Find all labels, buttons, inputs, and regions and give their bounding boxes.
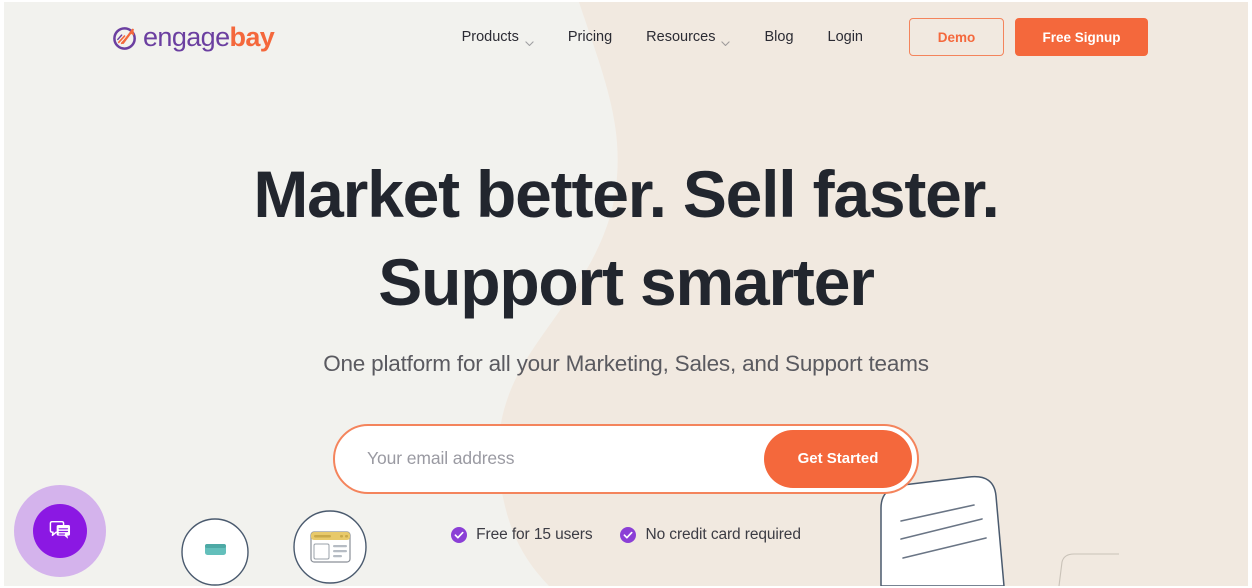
trust-badge-label: Free for 15 users xyxy=(476,525,593,543)
email-input[interactable] xyxy=(367,425,764,492)
demo-button[interactable]: Demo xyxy=(909,18,1004,56)
page-title: Market better. Sell faster. Support smar… xyxy=(253,150,999,327)
main-navigation: Products Pricing Resources Blog Login De… xyxy=(445,18,1148,56)
site-header: engagebay Products Pricing Resources Blo… xyxy=(4,2,1248,72)
chevron-down-icon xyxy=(721,34,731,46)
nav-label: Pricing xyxy=(567,29,613,45)
logo-text-engage: engage xyxy=(143,21,230,52)
nav-label: Products xyxy=(461,29,519,45)
email-signup-form: Get Started xyxy=(333,423,919,494)
nav-item-login[interactable]: Login xyxy=(811,29,880,45)
nav-label: Resources xyxy=(646,29,716,45)
check-circle-icon xyxy=(620,526,637,543)
trust-badges: Free for 15 users No credit card require… xyxy=(451,526,801,544)
chevron-down-icon xyxy=(525,34,534,46)
header-cta-group: Demo Free Signup xyxy=(909,18,1148,56)
trust-badge-free-users: Free for 15 users xyxy=(451,525,593,544)
nav-label: Blog xyxy=(764,29,794,45)
nav-item-products[interactable]: Products xyxy=(445,29,551,46)
page-canvas: engagebay Products Pricing Resources Blo… xyxy=(4,2,1248,586)
logo-wordmark: engagebay xyxy=(143,21,275,52)
hero-subheadline: One platform for all your Marketing, Sal… xyxy=(323,350,929,376)
logo[interactable]: engagebay xyxy=(112,21,275,52)
nav-label: Login xyxy=(827,29,863,45)
free-signup-button[interactable]: Free Signup xyxy=(1015,18,1148,56)
check-circle-icon xyxy=(451,526,468,543)
trust-badge-label: No credit card required xyxy=(645,525,801,543)
nav-item-resources[interactable]: Resources xyxy=(629,29,747,46)
nav-item-blog[interactable]: Blog xyxy=(747,29,810,45)
page-root: engagebay Products Pricing Resources Blo… xyxy=(0,0,1252,588)
logo-text-bay: bay xyxy=(229,21,275,52)
hero-section: Market better. Sell faster. Support smar… xyxy=(4,2,1248,586)
chat-widget-button[interactable] xyxy=(14,485,106,577)
chat-bubble-icon xyxy=(48,519,73,544)
chat-widget-core xyxy=(33,504,87,558)
headline-line-1: Market better. Sell faster. xyxy=(253,157,999,231)
nav-item-pricing[interactable]: Pricing xyxy=(551,29,629,45)
headline-line-2: Support smarter xyxy=(378,245,875,320)
engagebay-circle-arrow-logo xyxy=(112,24,139,51)
get-started-button[interactable]: Get Started xyxy=(764,429,912,488)
trust-badge-no-credit-card: No credit card required xyxy=(620,525,801,544)
